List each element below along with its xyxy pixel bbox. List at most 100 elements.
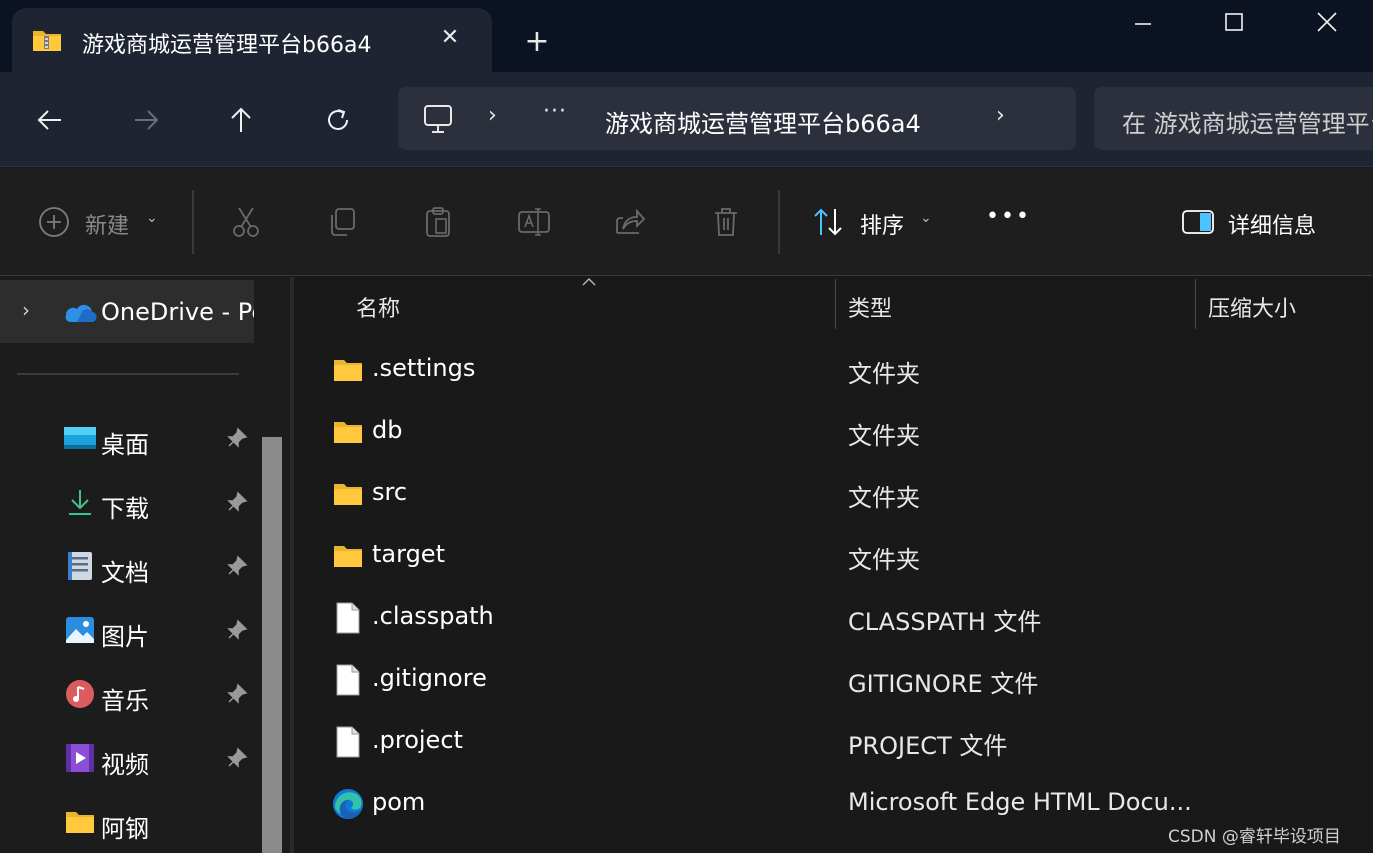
file-row[interactable]: db 文件夹: [294, 401, 1373, 463]
file-type: Microsoft Edge HTML Docu...: [848, 788, 1192, 816]
file-row[interactable]: .settings 文件夹: [294, 339, 1373, 401]
zip-folder-icon: [33, 31, 61, 51]
arrow-up-icon: [231, 107, 251, 132]
desktop-icon: [63, 423, 97, 453]
forward-button[interactable]: [126, 100, 166, 140]
file-type: 文件夹: [848, 360, 920, 388]
file-name: .settings: [372, 354, 476, 382]
sidebar-item-music[interactable]: 音乐: [0, 669, 254, 721]
sidebar-item-label: 视频: [101, 751, 149, 779]
file-name: .project: [372, 726, 463, 754]
sort-button[interactable]: [808, 202, 848, 242]
arrow-right-icon: [135, 110, 159, 130]
breadcrumb-overflow[interactable]: ···: [543, 99, 567, 124]
minimize-button[interactable]: [1097, 0, 1189, 44]
share-icon: [616, 208, 646, 234]
pin-icon[interactable]: [226, 555, 248, 577]
file-type: PROJECT 文件: [848, 732, 1008, 760]
column-separator[interactable]: [835, 279, 836, 329]
arrow-left-icon: [37, 110, 61, 130]
file-list: 名称 类型 压缩大小 .settings 文件夹 db 文件夹 src 文件夹 …: [294, 277, 1373, 853]
details-pane-button[interactable]: [1178, 202, 1218, 242]
sidebar-item-videos[interactable]: 视频: [0, 733, 254, 785]
file-row[interactable]: target 文件夹: [294, 525, 1373, 587]
pin-icon[interactable]: [226, 491, 248, 513]
breadcrumb-current-folder[interactable]: 游戏商城运营管理平台b66a4: [605, 104, 921, 139]
file-row[interactable]: src 文件夹: [294, 463, 1373, 525]
pin-icon[interactable]: [226, 427, 248, 449]
sidebar-item-pictures[interactable]: 图片: [0, 605, 254, 657]
new-tab-button[interactable]: +: [520, 25, 554, 59]
folder-icon: [332, 353, 364, 387]
copy-button[interactable]: [322, 202, 362, 242]
sidebar-item-documents[interactable]: 文档: [0, 541, 254, 593]
file-icon: [332, 725, 364, 759]
plus-circle-icon: [39, 207, 69, 237]
sidebar-item-onedrive[interactable]: › OneDrive - Personal: [0, 280, 254, 343]
rename-button[interactable]: [514, 202, 554, 242]
pin-icon[interactable]: [226, 747, 248, 769]
expand-chevron-icon[interactable]: ›: [22, 298, 30, 322]
file-type: CLASSPATH 文件: [848, 608, 1042, 636]
breadcrumb-chevron-end[interactable]: ›: [996, 103, 1005, 128]
up-button[interactable]: [221, 100, 261, 140]
videos-icon: [63, 743, 97, 773]
new-button-label[interactable]: 新建: [85, 208, 129, 240]
sidebar-item-label: 文档: [101, 559, 149, 587]
column-separator[interactable]: [1195, 279, 1196, 329]
sidebar-item-label: 图片: [101, 623, 149, 651]
search-placeholder[interactable]: 在 游戏商城运营管理平台b66a4 中搜索: [1122, 104, 1373, 139]
tab-title: 游戏商城运营管理平台b66a4: [82, 33, 372, 58]
delete-button[interactable]: [706, 202, 746, 242]
search-box[interactable]: 在 游戏商城运营管理平台b66a4 中搜索: [1094, 87, 1373, 150]
cut-button[interactable]: [226, 202, 266, 242]
file-row[interactable]: .project PROJECT 文件: [294, 711, 1373, 773]
sidebar-item-agang[interactable]: 阿钢: [0, 797, 254, 849]
details-pane-label[interactable]: 详细信息: [1228, 208, 1316, 240]
download-icon: [63, 487, 97, 517]
address-bar[interactable]: › ··· 游戏商城运营管理平台b66a4 ›: [398, 87, 1076, 150]
pictures-icon: [63, 615, 97, 645]
this-pc-icon: [424, 105, 452, 133]
pin-icon[interactable]: [226, 683, 248, 705]
file-icon: [332, 663, 364, 697]
back-button[interactable]: [30, 100, 70, 140]
close-window-button[interactable]: [1281, 0, 1373, 44]
rename-icon: [518, 208, 550, 236]
breadcrumb-chevron[interactable]: ›: [488, 103, 497, 128]
column-header-name[interactable]: 名称: [356, 291, 400, 323]
tab-close-button[interactable]: ✕: [437, 24, 463, 52]
folder-icon: [332, 415, 364, 449]
scissors-icon: [233, 207, 259, 237]
share-button[interactable]: [610, 202, 650, 242]
file-row[interactable]: .classpath CLASSPATH 文件: [294, 587, 1373, 649]
refresh-icon: [328, 109, 348, 130]
sidebar-item-label: 阿钢: [101, 815, 149, 843]
file-name: .classpath: [372, 602, 494, 630]
sort-chevron-icon: ⌄: [920, 210, 932, 226]
title-bar: 游戏商城运营管理平台b66a4 ✕ +: [0, 0, 1373, 72]
maximize-button[interactable]: [1188, 0, 1280, 44]
sidebar-item-label: 音乐: [101, 687, 149, 715]
new-button[interactable]: [34, 202, 74, 242]
details-pane-icon: [1182, 210, 1214, 234]
column-header-type[interactable]: 类型: [848, 291, 892, 323]
pin-icon[interactable]: [226, 619, 248, 641]
refresh-button[interactable]: [318, 100, 358, 140]
file-name: target: [372, 540, 445, 568]
close-icon: [1317, 12, 1337, 32]
file-row[interactable]: .gitignore GITIGNORE 文件: [294, 649, 1373, 711]
toolbar-divider: [778, 190, 780, 254]
tab-current[interactable]: 游戏商城运营管理平台b66a4 ✕: [12, 8, 492, 72]
sidebar-item-downloads[interactable]: 下载: [0, 477, 254, 529]
edge-icon: [332, 787, 364, 821]
sidebar-item-label: OneDrive - Personal: [101, 298, 254, 326]
more-options-button[interactable]: •••: [986, 204, 1031, 229]
column-header-compressed-size[interactable]: 压缩大小: [1208, 291, 1296, 323]
sidebar-scrollbar-thumb[interactable]: [262, 437, 282, 853]
copy-icon: [331, 208, 355, 236]
sidebar-item-desktop[interactable]: 桌面: [0, 413, 254, 465]
sidebar-item-label: 下载: [101, 495, 149, 523]
paste-button[interactable]: [418, 202, 458, 242]
sort-button-label[interactable]: 排序: [860, 208, 904, 240]
